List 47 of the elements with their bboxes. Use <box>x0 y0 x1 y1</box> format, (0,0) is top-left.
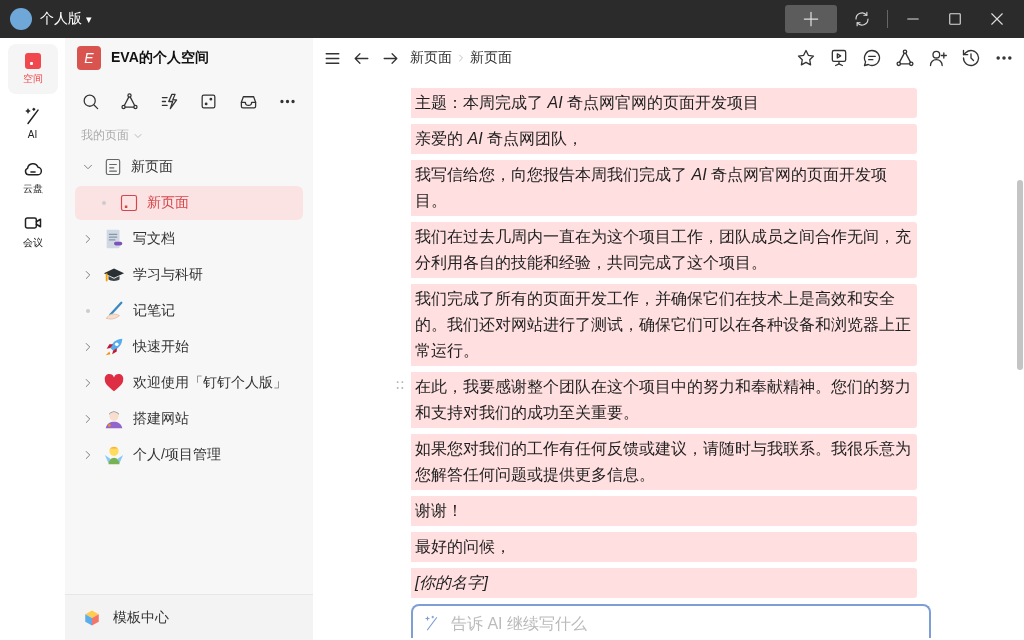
cube-icon <box>83 608 101 627</box>
tree-item[interactable]: 快速开始 <box>75 330 303 364</box>
maximize-icon[interactable] <box>946 10 964 28</box>
tree-item[interactable]: 个人/项目管理 <box>75 438 303 472</box>
rail-tab[interactable]: AI <box>7 98 58 148</box>
space-name[interactable]: EVA的个人空间 <box>111 49 209 67</box>
share-icon[interactable] <box>895 48 915 68</box>
star-icon[interactable] <box>796 48 816 68</box>
scrollbar[interactable] <box>1017 180 1023 370</box>
avatar[interactable] <box>10 8 32 30</box>
rail-tab[interactable]: 空间 <box>7 44 58 94</box>
space-icon <box>24 52 41 69</box>
person-icon <box>103 444 125 466</box>
breadcrumb-link[interactable]: 新页面 <box>410 49 452 67</box>
page-icon <box>103 157 123 177</box>
space-badge: E <box>77 46 101 70</box>
tree-item[interactable]: 新页面 <box>75 186 303 220</box>
plus-icon <box>801 9 821 29</box>
share-icon[interactable] <box>120 92 140 111</box>
comment-icon[interactable] <box>862 48 882 68</box>
tree-item[interactable]: 搭建网站 <box>75 402 303 436</box>
page-icon <box>119 193 139 213</box>
caret-icon[interactable]: ▾ <box>86 12 92 26</box>
new-tab-button[interactable] <box>785 5 837 33</box>
sync-icon[interactable] <box>853 10 871 28</box>
close-icon[interactable] <box>988 10 1006 28</box>
rail-tab[interactable]: 会议 <box>7 206 58 256</box>
workspace-menu[interactable]: 个人版 <box>40 10 82 28</box>
breadcrumb-link[interactable]: 新页面 <box>470 49 512 67</box>
tree-item[interactable]: 写文档 <box>75 222 303 256</box>
bullet-icon <box>102 201 106 205</box>
tree-item[interactable]: 新页面 <box>75 150 303 184</box>
tree-item[interactable]: 记笔记 <box>75 294 303 328</box>
search-icon[interactable] <box>81 92 100 111</box>
rail-tab[interactable]: 云盘 <box>7 152 58 202</box>
pen-icon <box>103 300 125 322</box>
add-user-icon[interactable] <box>928 48 948 68</box>
tree-item[interactable]: 学习与科研 <box>75 258 303 292</box>
ai-prompt-field[interactable]: 告诉 AI 继续写什么 <box>411 604 931 638</box>
presentation-icon[interactable] <box>829 48 849 68</box>
history-icon[interactable] <box>961 48 981 68</box>
heart-icon <box>103 372 125 394</box>
tree-item[interactable]: 欢迎使用「钉钉个人版」 <box>75 366 303 400</box>
template-center-link[interactable]: 模板中心 <box>113 608 169 627</box>
rocket-icon <box>103 336 125 358</box>
flash-icon[interactable] <box>159 92 179 111</box>
bullet-icon <box>86 309 90 313</box>
